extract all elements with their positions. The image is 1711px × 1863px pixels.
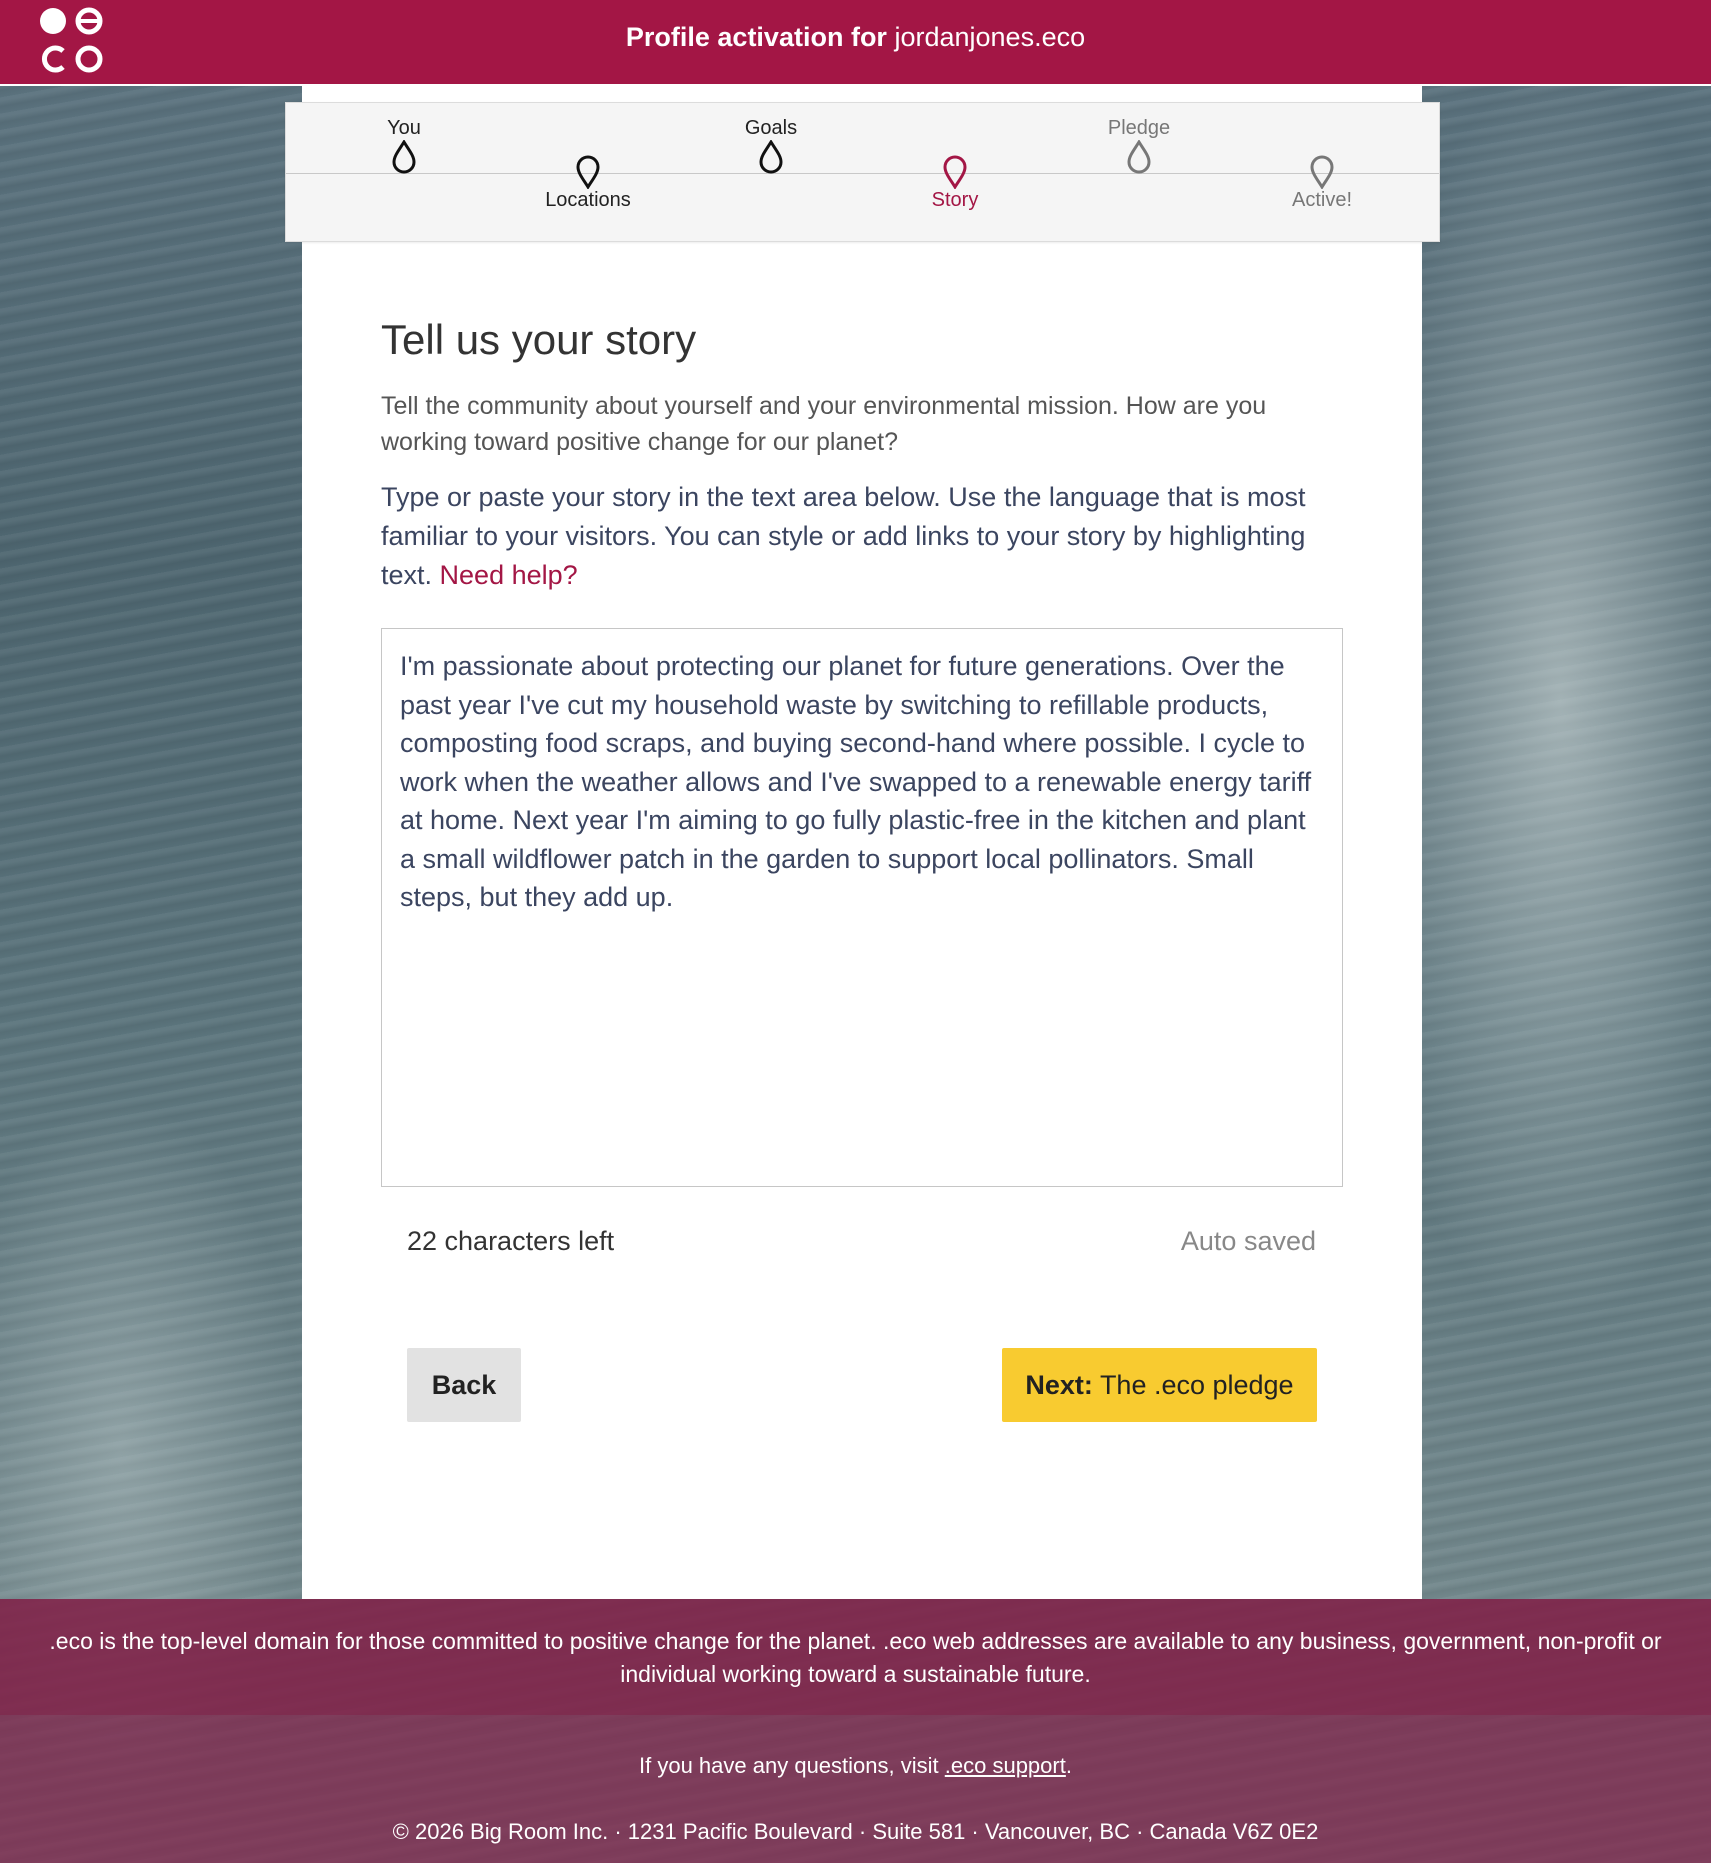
intro-text: Tell the community about yourself and yo…	[381, 392, 1267, 456]
step-locations[interactable]: Locations	[508, 155, 668, 212]
drop-pin-icon	[943, 155, 967, 189]
drop-pin-icon	[576, 155, 600, 189]
drop-pin-icon	[759, 140, 783, 174]
next-label-rest: The .eco pledge	[1099, 1369, 1294, 1400]
top-bar: Profile activation for jordanjones.eco	[0, 0, 1711, 86]
step-story[interactable]: Story	[875, 155, 1035, 212]
next-label-bold: Next:	[1025, 1369, 1093, 1400]
footer-bottom: If you have any questions, visit .eco su…	[0, 1715, 1711, 1863]
copyright-text: © 2026 Big Room Inc. · 1231 Pacific Boul…	[392, 1819, 1319, 1844]
support-prefix: If you have any questions, visit	[639, 1753, 939, 1778]
domain-name: jordanjones.eco	[894, 22, 1086, 52]
footer-about-text: .eco is the top-level domain for those c…	[49, 1628, 1662, 1687]
step-goals[interactable]: Goals	[691, 117, 851, 174]
step-label-story: Story	[931, 189, 979, 211]
story-text[interactable]: I'm passionate about protecting our plan…	[400, 647, 1320, 917]
characters-left-counter: 22 characters left	[407, 1226, 615, 1256]
support-suffix: .	[1065, 1753, 1072, 1778]
section-heading: Tell us your story	[381, 316, 697, 363]
progress-stepper: You Locations Goals Story Pledge Active!	[285, 102, 1440, 242]
step-you[interactable]: You	[324, 117, 484, 174]
step-label-you: You	[387, 117, 421, 139]
page-title: Profile activation for jordanjones.eco	[0, 22, 1711, 53]
autosave-status: Auto saved	[1180, 1226, 1316, 1256]
footer-about: .eco is the top-level domain for those c…	[0, 1599, 1711, 1715]
drop-pin-icon	[392, 140, 416, 174]
eco-support-link[interactable]: .eco support	[945, 1753, 1066, 1778]
instructions-text: Type or paste your story in the text are…	[381, 478, 1341, 595]
back-button[interactable]: Back	[407, 1348, 521, 1422]
drop-pin-icon	[1127, 140, 1151, 174]
step-pledge[interactable]: Pledge	[1059, 117, 1219, 174]
step-active[interactable]: Active!	[1242, 155, 1402, 212]
need-help-link[interactable]: Need help?	[440, 560, 578, 590]
step-label-active: Active!	[1291, 189, 1353, 211]
step-label-pledge: Pledge	[1107, 117, 1171, 139]
title-prefix: Profile activation for	[625, 22, 887, 52]
drop-pin-icon	[1310, 155, 1334, 189]
story-textarea[interactable]: I'm passionate about protecting our plan…	[381, 628, 1343, 1187]
step-label-goals: Goals	[744, 117, 798, 139]
step-label-locations: Locations	[545, 189, 631, 211]
next-button[interactable]: Next: The .eco pledge	[1002, 1348, 1317, 1422]
support-line: If you have any questions, visit .eco su…	[0, 1753, 1711, 1779]
